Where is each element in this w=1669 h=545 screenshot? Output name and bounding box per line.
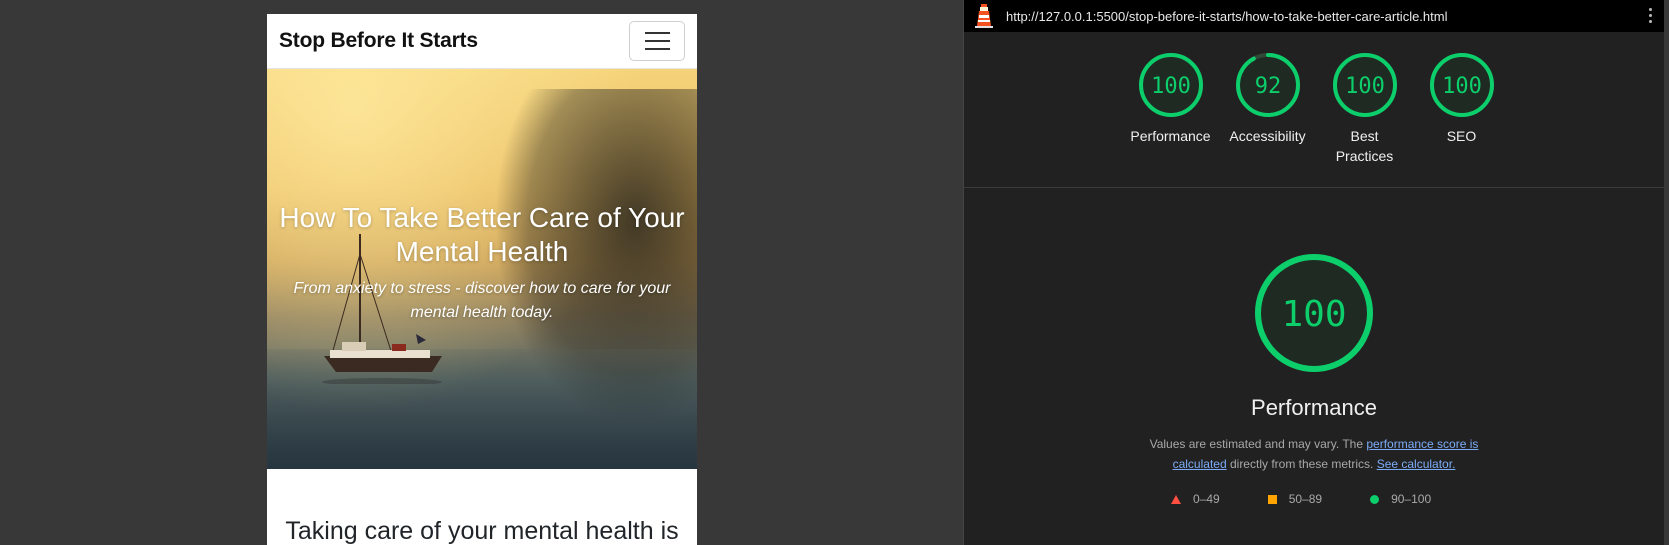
hero-subtitle: From anxiety to stress - discover how to…	[293, 280, 671, 321]
lighthouse-report: http://127.0.0.1:5500/stop-before-it-sta…	[963, 0, 1664, 545]
lighthouse-icon	[975, 4, 993, 28]
section-divider	[964, 187, 1664, 188]
report-url[interactable]: http://127.0.0.1:5500/stop-before-it-sta…	[1006, 9, 1447, 24]
gauge-label: SEO	[1446, 128, 1477, 144]
score-ring: 92	[1235, 53, 1300, 117]
score-value: 100	[1151, 74, 1191, 99]
gauge-best-practices[interactable]: 100 Best Practices	[1316, 52, 1413, 166]
article-heading: Taking care of your mental health is	[285, 517, 679, 545]
square-icon	[1267, 494, 1277, 504]
score-ring: 100	[1429, 53, 1494, 117]
gauge-seo[interactable]: 100 SEO	[1413, 52, 1510, 166]
hamburger-icon	[644, 32, 670, 34]
score-value: 92	[1254, 74, 1281, 99]
score-legend: 0–49 50–89 90–100	[1171, 492, 1431, 506]
see-calculator-link[interactable]: See calculator.	[1377, 457, 1456, 471]
score-gauges: 100 Performance 92 Accessibility 100 Bes…	[1122, 52, 1510, 166]
score-value: 100	[1442, 74, 1482, 99]
hamburger-menu-button[interactable]	[629, 21, 685, 61]
hero-banner: How To Take Better Care of Your Mental H…	[267, 69, 697, 469]
gauge-label: Performance	[1130, 128, 1211, 144]
legend-average: 50–89	[1267, 492, 1322, 506]
score-value: 100	[1345, 74, 1385, 99]
navbar: Stop Before It Starts	[267, 14, 697, 69]
mobile-preview: Stop Before It Starts How To Take Better…	[267, 14, 697, 545]
hero-title: How To Take Better Care of Your Mental H…	[279, 202, 685, 267]
big-score-value: 100	[1281, 294, 1346, 335]
gauge-label: Best Practices	[1335, 128, 1394, 164]
score-ring: 100	[1138, 53, 1203, 117]
gauge-label: Accessibility	[1229, 128, 1306, 144]
performance-description: Values are estimated and may vary. The p…	[1149, 437, 1479, 471]
performance-big-gauge: 100	[1255, 254, 1373, 372]
triangle-icon	[1171, 494, 1181, 504]
performance-title: Performance	[1251, 395, 1377, 420]
gauge-performance[interactable]: 100 Performance	[1122, 52, 1219, 166]
gauge-accessibility[interactable]: 92 Accessibility	[1219, 52, 1316, 166]
more-options-icon[interactable]	[1649, 8, 1652, 23]
score-ring: 100	[1332, 53, 1397, 117]
report-url-bar: http://127.0.0.1:5500/stop-before-it-sta…	[964, 0, 1664, 32]
legend-pass: 90–100	[1370, 492, 1431, 506]
legend-fail: 0–49	[1171, 492, 1220, 506]
circle-icon	[1370, 494, 1380, 504]
brand-logo[interactable]: Stop Before It Starts	[279, 29, 478, 53]
